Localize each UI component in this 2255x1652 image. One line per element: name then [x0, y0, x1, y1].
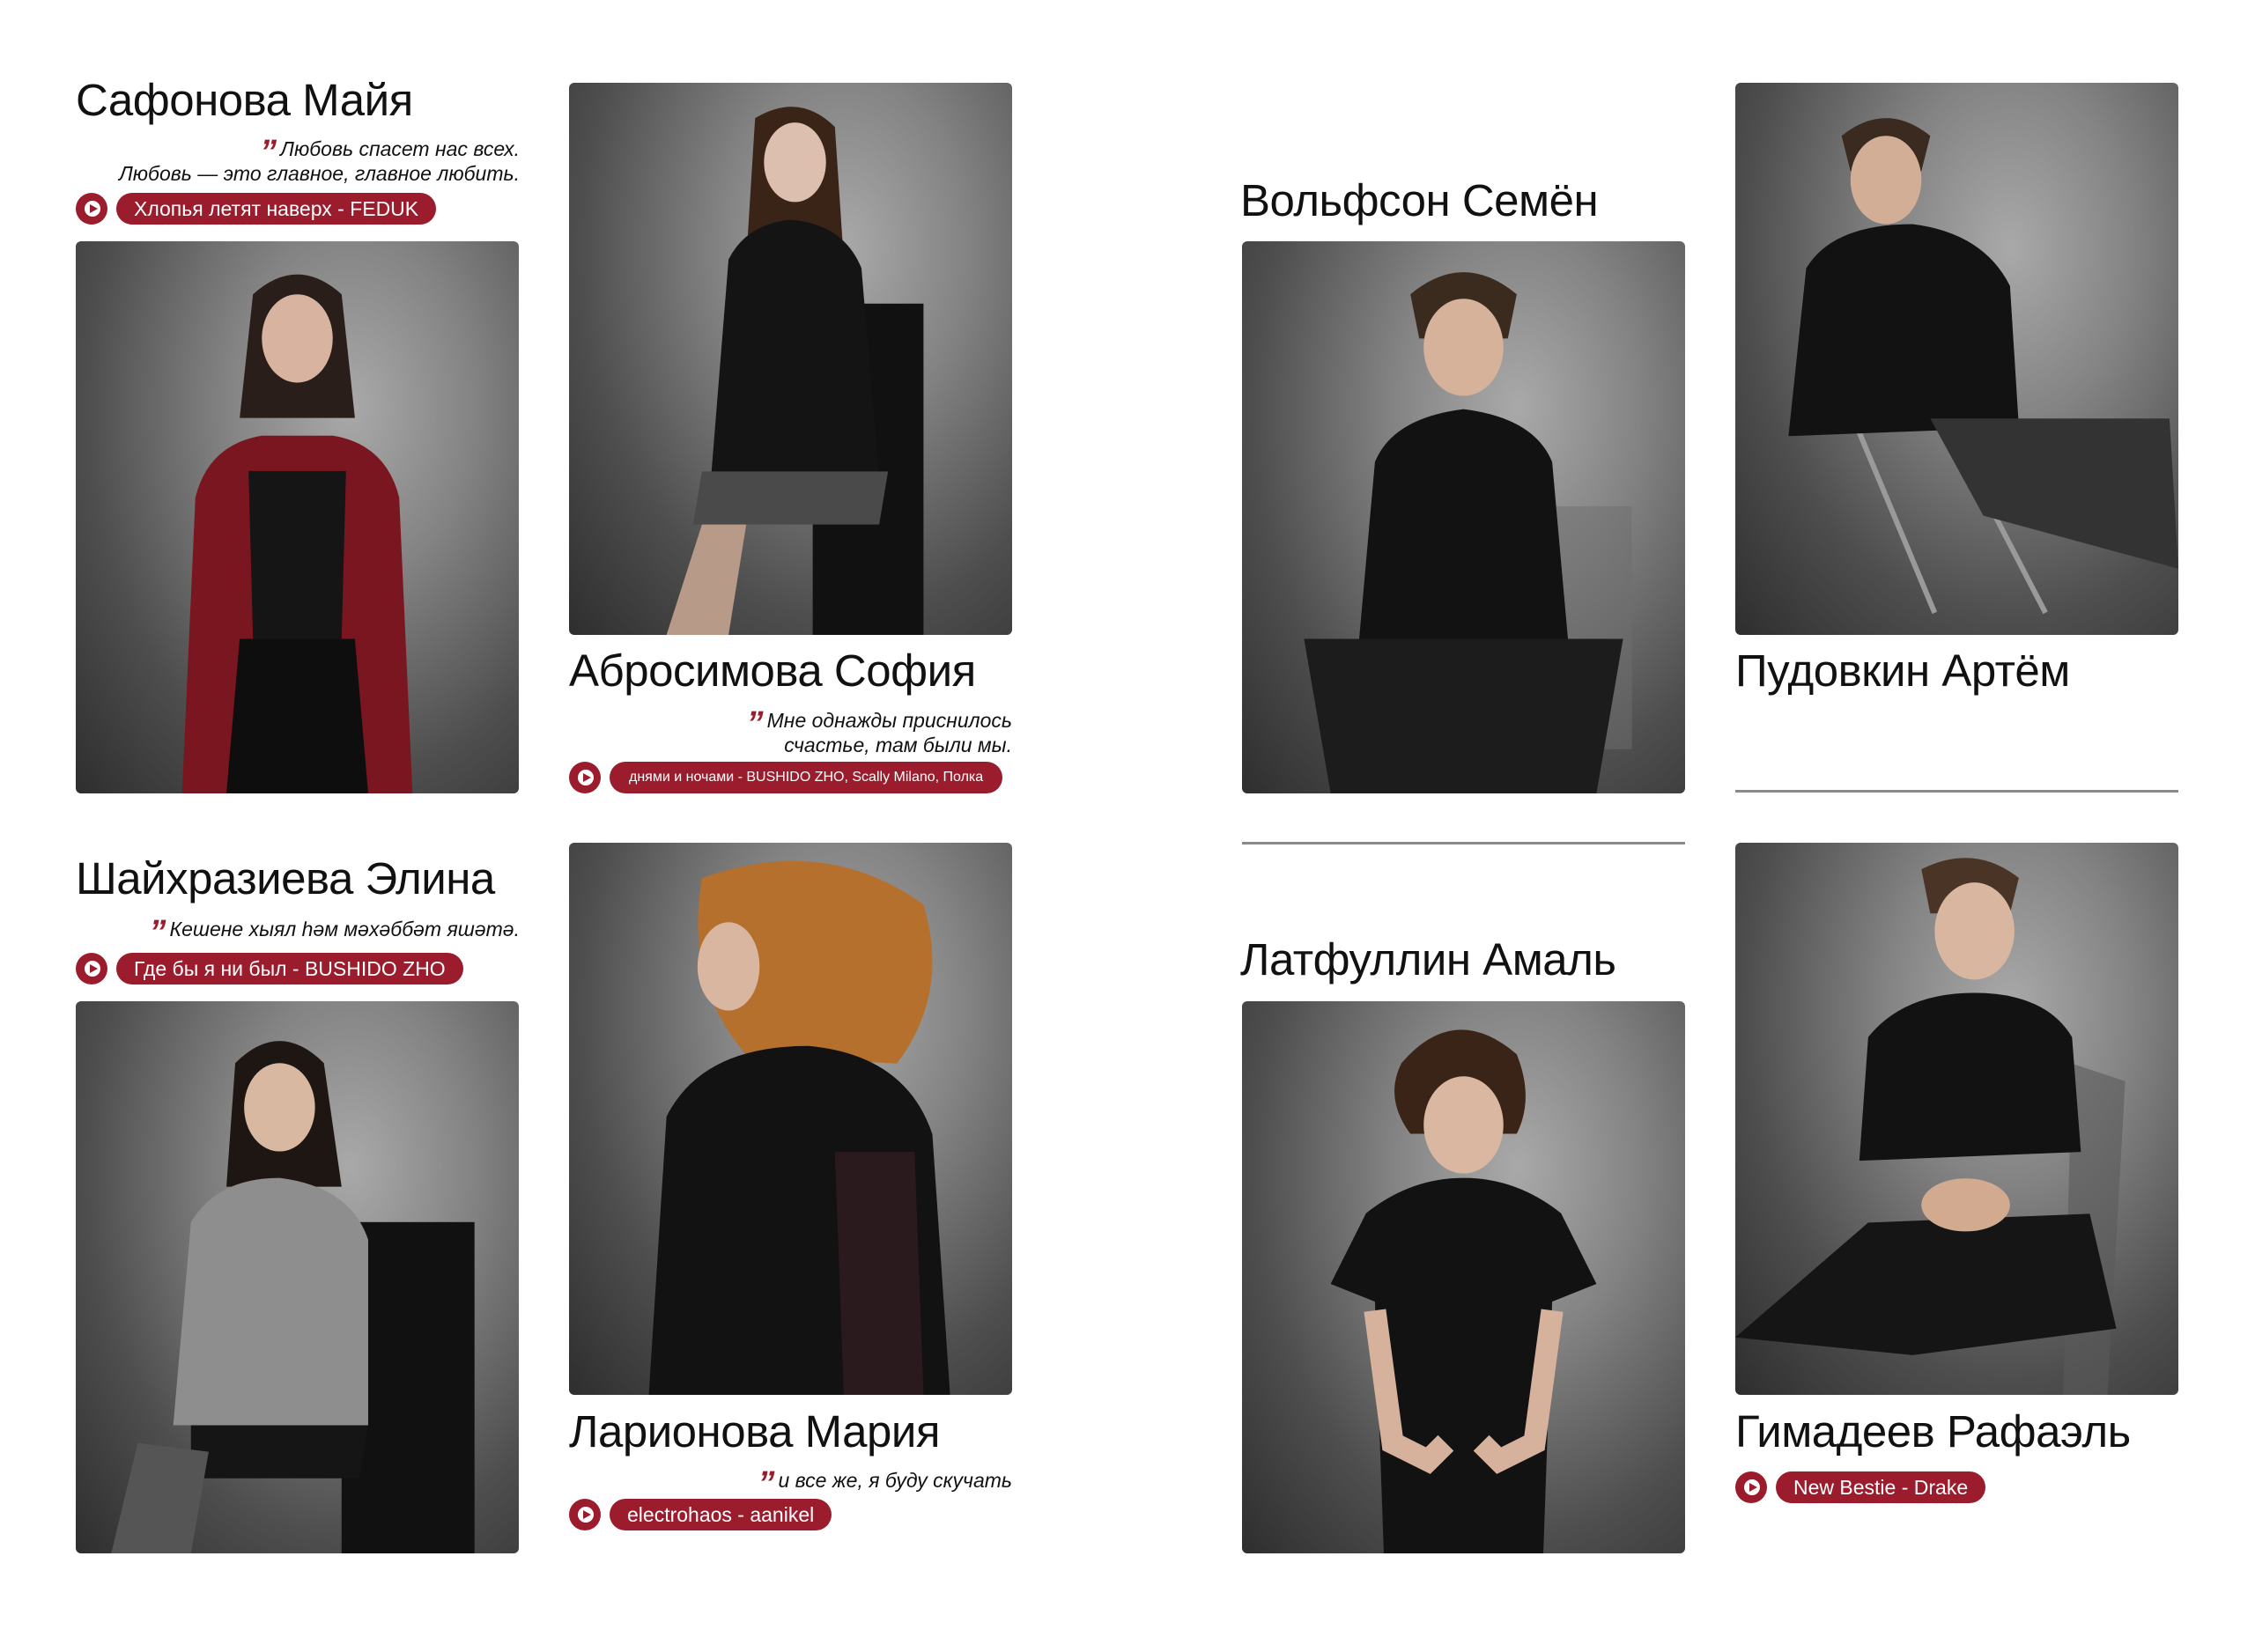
person-quote: ” Мне однажды приснилось счастье, там был…: [747, 700, 1012, 756]
play-icon[interactable]: [1735, 1471, 1767, 1503]
divider: [1735, 790, 2178, 793]
divider: [1242, 842, 1685, 844]
quote-line: Любовь — это главное, главное любить.: [118, 162, 520, 185]
play-icon[interactable]: [569, 762, 601, 793]
quote-mark-icon: ”: [758, 1465, 774, 1502]
song-player[interactable]: Где бы я ни был - BUSHIDO ZHO: [76, 952, 463, 985]
song-title[interactable]: New Bestie - Drake: [1776, 1471, 1986, 1503]
person-name: Латфуллин Амаль: [1240, 934, 1616, 985]
portrait-photo: [569, 843, 1012, 1395]
portrait-photo: [1242, 1001, 1685, 1553]
portrait-photo: [1735, 843, 2178, 1395]
song-player[interactable]: New Bestie - Drake: [1735, 1471, 1986, 1504]
portrait-photo: [1242, 241, 1685, 793]
song-title[interactable]: electrohaos - aanikel: [610, 1499, 832, 1530]
portrait-figure: [181, 274, 413, 793]
song-title[interactable]: Хлопья летят наверх - FEDUK: [116, 193, 437, 225]
person-name: Ларионова Мария: [569, 1406, 941, 1457]
song-player[interactable]: Хлопья летят наверх - FEDUK: [76, 192, 437, 225]
portrait-photo: [76, 241, 519, 793]
portrait-figure: [111, 1041, 475, 1553]
portrait-figure: [1330, 1029, 1597, 1553]
person-name: Вольфсон Семён: [1240, 175, 1599, 225]
person-name: Сафонова Майя: [76, 75, 413, 125]
person-name: Гимадеев Рафаэль: [1735, 1406, 2131, 1457]
song-player[interactable]: днями и ночами - BUSHIDO ZHO, Scally Mil…: [569, 761, 1003, 794]
portrait-figure: [666, 107, 924, 635]
person-name: Абросимова София: [569, 645, 976, 696]
person-quote: ” и все же, я буду скучать: [758, 1460, 1012, 1501]
quote-line: Мне однажды приснилось: [766, 709, 1012, 732]
quote-mark-icon: ”: [149, 914, 166, 951]
quote-mark-icon: ”: [260, 134, 277, 171]
portrait-photo: [76, 1001, 519, 1553]
play-icon[interactable]: [76, 193, 107, 225]
quote-line: Кешене хыял һәм мәхәббәт яшәтә.: [169, 918, 520, 940]
play-icon[interactable]: [76, 953, 107, 985]
play-icon[interactable]: [569, 1499, 601, 1530]
song-player[interactable]: electrohaos - aanikel: [569, 1498, 832, 1531]
person-name: Шайхразиева Элина: [76, 853, 495, 903]
quote-mark-icon: ”: [746, 705, 764, 742]
portrait-figure: [648, 860, 950, 1395]
portrait-figure: [1788, 118, 2178, 615]
person-name: Пудовкин Артём: [1735, 645, 2070, 696]
quote-line: счастье, там были мы.: [784, 734, 1012, 756]
portrait-figure: [1735, 858, 2126, 1395]
quote-line: Любовь спасет нас всех.: [280, 137, 520, 160]
quote-line: и все же, я буду скучать: [778, 1469, 1012, 1492]
portrait-figure: [1304, 272, 1632, 793]
portrait-photo: [1735, 83, 2178, 635]
portrait-photo: [569, 83, 1012, 635]
person-quote: ” Кешене хыял һәм мәхәббәт яшәтә.: [150, 909, 520, 949]
song-title[interactable]: днями и ночами - BUSHIDO ZHO, Scally Mil…: [610, 762, 1003, 793]
song-title[interactable]: Где бы я ни был - BUSHIDO ZHO: [116, 953, 463, 985]
person-quote: ” Любовь спасет нас всех. Любовь — это гл…: [119, 129, 520, 185]
